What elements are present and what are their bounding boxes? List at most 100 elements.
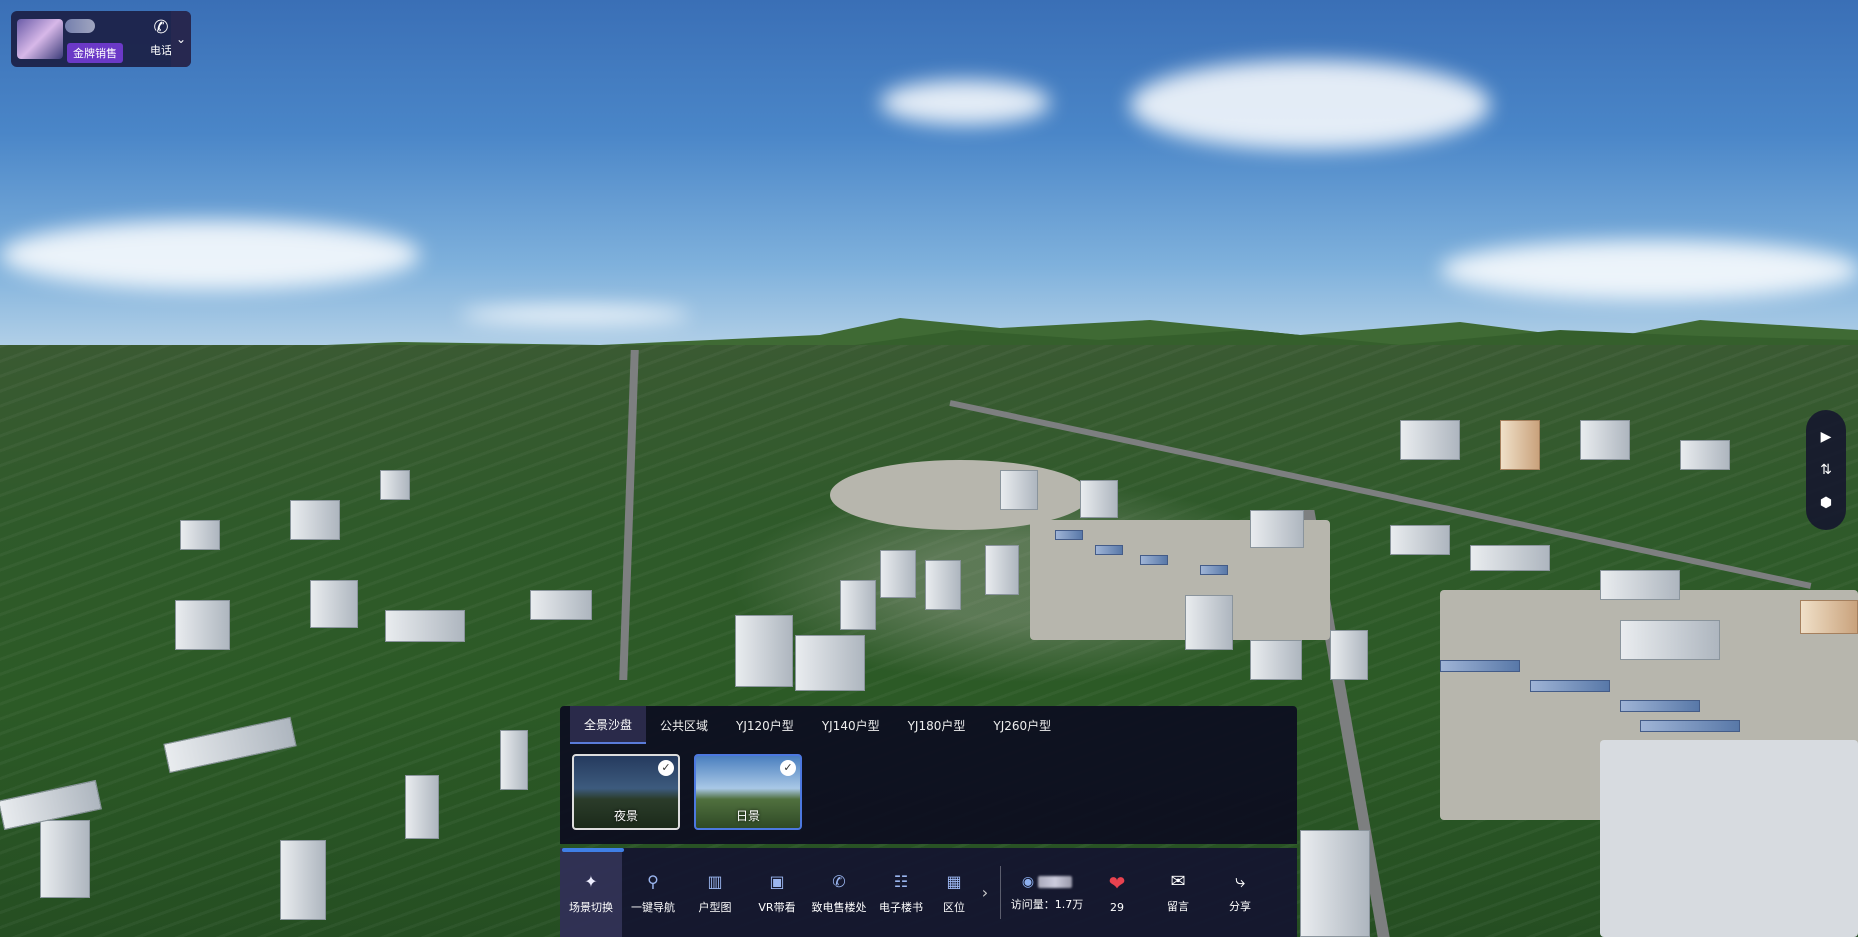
scene-thumb-label: 夜景 [613,809,638,823]
sales-badge: 金牌销售 [67,43,123,63]
building [1400,420,1460,460]
building [1055,530,1083,540]
book-icon: ☷ [893,872,909,891]
toolbar-divider [1000,866,1001,919]
nav-label: 电子楼书 [879,900,923,914]
agent-name-blurred [65,19,95,33]
nav-scene-switch[interactable]: ✦ 场景切换 [560,848,622,937]
nav-navigation[interactable]: ⚲ 一键导航 [622,848,684,937]
building [1620,620,1720,660]
share-button[interactable]: ⤷ 分享 [1209,848,1271,937]
building [985,545,1019,595]
visit-count: ◉ 访问量：1.7万 [1007,848,1087,937]
blurred-text [1038,875,1073,888]
building [1080,480,1118,518]
share-label: 分享 [1229,900,1251,913]
building [1000,470,1038,510]
scene-thumb-label: 日景 [735,809,760,823]
floorplan-icon: ▥ [707,872,723,891]
building [310,580,358,628]
nav-floorplan[interactable]: ▥ 户型图 [684,848,746,937]
cloud [0,220,420,290]
building [175,600,230,650]
nav-location[interactable]: ▦ 区位 [932,848,976,937]
video-icon: ▣ [769,872,785,891]
building [1200,565,1228,575]
building [1185,595,1233,650]
building [1530,680,1610,692]
building [1440,660,1520,672]
expand-button[interactable]: ⌄ [171,11,191,67]
cloud [1130,60,1490,150]
building [1470,545,1550,571]
chevron-right-icon[interactable]: › [976,848,994,937]
heart-icon: ❤ [1108,871,1126,895]
nav-label: 户型图 [698,900,732,914]
settings-icon[interactable]: ⬢ [1815,492,1837,514]
scene-panel: 全景沙盘 公共区域 YJ120户型 YJ140户型 YJ180户型 YJ260户… [560,706,1297,844]
nav-vr-tour[interactable]: ▣ VR带看 [746,848,808,937]
avatar[interactable] [17,19,63,59]
building [925,560,961,610]
building [290,500,340,540]
tab-yj260[interactable]: YJ260户型 [979,706,1065,744]
message-button[interactable]: ✉ 留言 [1147,848,1209,937]
visit-count-label: 访问量：1.7万 [1010,897,1084,911]
building [1330,630,1368,680]
tab-public-area[interactable]: 公共区域 [646,706,722,744]
check-icon: ✓ [658,760,674,776]
building [1390,525,1450,555]
route-icon[interactable]: ⇅ [1815,459,1837,481]
building [735,615,793,687]
building [1680,440,1730,470]
building [1600,570,1680,600]
cloud [880,80,1050,125]
building [1500,420,1540,470]
building [1140,555,1168,565]
play-icon[interactable]: ▶ [1815,426,1837,448]
side-toolbar: ▶ ⇅ ⬢ [1806,410,1846,530]
tab-yj180[interactable]: YJ180户型 [894,706,980,744]
cloud [1440,240,1858,300]
building [280,840,326,920]
nav-label: 区位 [943,900,965,914]
check-icon: ✓ [780,760,796,776]
building [1250,640,1302,680]
nav-label: 场景切换 [569,900,613,914]
nav-label: 致电售楼处 [811,900,867,914]
phone-icon: ✆ [832,872,846,891]
tab-yj140[interactable]: YJ140户型 [808,706,894,744]
building [500,730,528,790]
building [1620,700,1700,712]
nav-label: 一键导航 [631,900,675,914]
building [180,520,220,550]
scene-thumb-night[interactable]: ✓ 夜景 [572,754,680,830]
like-count: 29 [1110,901,1124,914]
eye-icon: ◉ [1021,873,1035,890]
building [40,820,90,898]
call-button-label: 电话 [150,44,172,57]
building [380,470,410,500]
visit-icon-row: ◉ [1021,873,1073,890]
bottom-toolbar: ✦ 场景切换 ⚲ 一键导航 ▥ 户型图 ▣ VR带看 ✆ 致电售楼处 ☷ 电子楼… [560,848,1297,937]
building [1300,830,1370,937]
building [1250,510,1304,548]
like-button[interactable]: ❤ 29 [1087,848,1147,937]
location-pin-icon: ⚲ [647,872,659,891]
scene-thumb-day[interactable]: ✓ 日景 [694,754,802,830]
building [385,610,465,642]
tab-panorama-sandbox[interactable]: 全景沙盘 [570,706,647,744]
share-icon: ⤷ [1234,871,1246,892]
scene-thumbnails: ✓ 夜景 ✓ 日景 [560,744,1297,830]
agent-card[interactable]: 金牌销售 ✆ 电话 ⌄ [11,11,191,67]
building [1800,600,1858,634]
nav-ebook[interactable]: ☷ 电子楼书 [870,848,932,937]
scene-tabs: 全景沙盘 公共区域 YJ120户型 YJ140户型 YJ180户型 YJ260户… [560,706,1297,744]
message-label: 留言 [1167,900,1189,913]
building [1095,545,1123,555]
tab-yj120[interactable]: YJ120户型 [722,706,808,744]
grid-icon: ✦ [584,872,598,891]
nav-call-sales[interactable]: ✆ 致电售楼处 [808,848,870,937]
message-icon: ✉ [1170,871,1186,892]
building [530,590,592,620]
